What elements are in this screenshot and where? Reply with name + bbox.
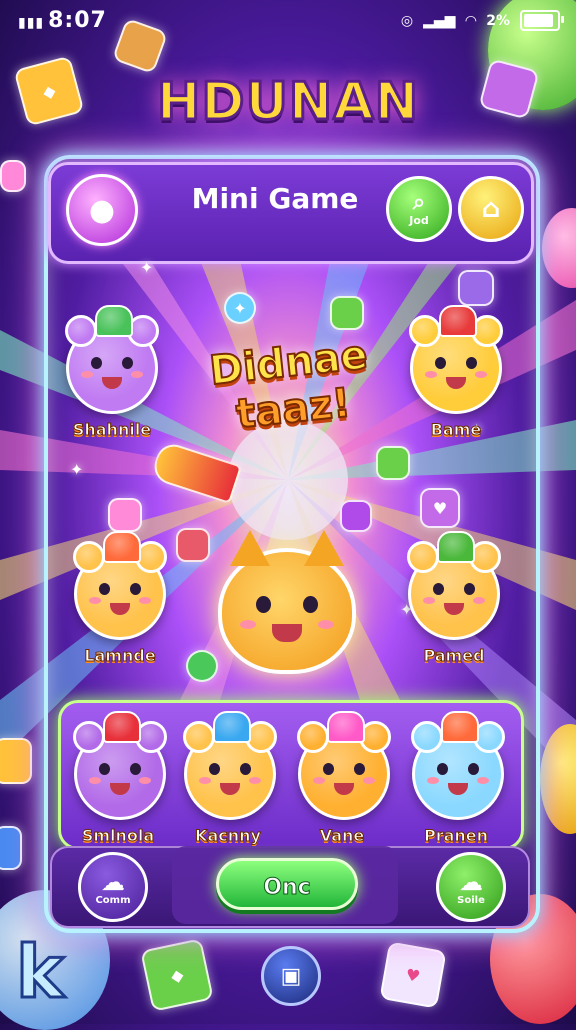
character-card[interactable]: Pamed bbox=[404, 531, 504, 666]
sparkle-icon: ✦ bbox=[70, 460, 84, 479]
search-button[interactable]: ⌕ Jod bbox=[386, 176, 452, 242]
bag-icon[interactable]: ▣ bbox=[261, 946, 321, 1006]
search-icon: ⌕ bbox=[412, 189, 426, 215]
decor-cube-pink bbox=[0, 160, 26, 192]
decor-cube-green-bottom: ◆ bbox=[140, 938, 214, 1012]
character-hat bbox=[103, 531, 141, 563]
battery-percent: 2% bbox=[486, 12, 510, 29]
character-card[interactable]: Shahnile bbox=[62, 305, 162, 440]
character-avatar bbox=[409, 305, 503, 414]
battery-icon bbox=[520, 10, 564, 31]
decor-balloon-yellow bbox=[540, 724, 576, 834]
play-button[interactable]: Onc bbox=[216, 858, 358, 910]
game-logo: HDUNAN bbox=[155, 71, 420, 134]
character-card[interactable]: Lamnde bbox=[70, 531, 170, 666]
social-button[interactable]: ☁ Soile bbox=[436, 852, 506, 922]
character-name: Pamed bbox=[423, 646, 485, 666]
community-label: Comm bbox=[95, 894, 131, 906]
character-hat bbox=[441, 711, 479, 743]
community-button[interactable]: ☁ Comm bbox=[78, 852, 148, 922]
ghost-icon: ☁ bbox=[101, 867, 125, 896]
decor-gem-green bbox=[186, 650, 218, 682]
tray-character[interactable]: Pranen bbox=[411, 711, 505, 846]
decor-cube-blue bbox=[0, 826, 22, 870]
character-name: Vane bbox=[319, 826, 365, 846]
character-name: Lamnde bbox=[84, 646, 156, 666]
home-button[interactable]: ⌂ bbox=[458, 176, 524, 242]
decor-cube-red bbox=[176, 528, 210, 562]
character-hat bbox=[439, 305, 477, 337]
character-name: Smlnola bbox=[81, 826, 155, 846]
page-title: Mini Game bbox=[191, 182, 359, 215]
tray-character[interactable]: Smlnola bbox=[73, 711, 167, 846]
decor-gem-cyan: ✦ bbox=[224, 292, 256, 324]
character-avatar bbox=[65, 305, 159, 414]
decor-cube-pink-mid bbox=[108, 498, 142, 532]
decor-cube-green bbox=[330, 296, 364, 330]
character-avatar bbox=[411, 711, 505, 820]
character-hat bbox=[327, 711, 365, 743]
chat-bubble-icon[interactable]: ● bbox=[66, 174, 138, 246]
character-hat bbox=[103, 711, 141, 743]
character-name: Pranen bbox=[423, 826, 489, 846]
social-label: Soile bbox=[457, 894, 485, 906]
search-button-label: Jod bbox=[409, 213, 429, 227]
cloud-icon: ☁ bbox=[459, 867, 483, 896]
decor-cube-green-mid bbox=[376, 446, 410, 480]
character-card[interactable]: Bame bbox=[406, 305, 506, 440]
tray-character[interactable]: Vane bbox=[297, 711, 391, 846]
decor-cube-yellow-bottom bbox=[0, 738, 32, 784]
character-avatar bbox=[73, 711, 167, 820]
decor-cube-purple-small bbox=[340, 500, 372, 532]
decor-cube-purple-mid: ♥ bbox=[420, 488, 460, 528]
sparkle-icon: ✦ bbox=[140, 258, 154, 277]
character-avatar bbox=[297, 711, 391, 820]
decor-cube-violet bbox=[458, 270, 494, 306]
signal-bars-icon: ▮▮▮ bbox=[18, 15, 45, 31]
character-name: Bame bbox=[430, 420, 482, 440]
tray-character[interactable]: Kacnny bbox=[183, 711, 277, 846]
character-hat bbox=[437, 531, 475, 563]
status-bar: ▮▮▮ 8:07 ◎ ▂▄▆ ◠ 2% bbox=[0, 0, 576, 42]
character-avatar bbox=[73, 531, 167, 640]
character-avatar bbox=[407, 531, 501, 640]
character-name: Kacnny bbox=[195, 826, 262, 846]
character-hat bbox=[213, 711, 251, 743]
cell-signal-icon: ▂▄▆ bbox=[423, 12, 456, 29]
wifi-icon: ◠ bbox=[465, 12, 477, 29]
mascot-cat[interactable] bbox=[218, 530, 356, 674]
decor-letter-block: k bbox=[15, 929, 66, 1016]
status-time: ▮▮▮ 8:07 bbox=[18, 8, 107, 33]
character-avatar bbox=[183, 711, 277, 820]
decor-balloon-pink bbox=[542, 208, 576, 288]
status-right: ◎ ▂▄▆ ◠ 2% bbox=[400, 10, 564, 31]
decor-cube-white-bottom: ♥ bbox=[379, 941, 447, 1009]
home-icon: ⌂ bbox=[481, 194, 501, 224]
character-hat bbox=[95, 305, 133, 337]
notification-icon: ◎ bbox=[400, 12, 414, 29]
character-name: Shahnile bbox=[72, 420, 152, 440]
